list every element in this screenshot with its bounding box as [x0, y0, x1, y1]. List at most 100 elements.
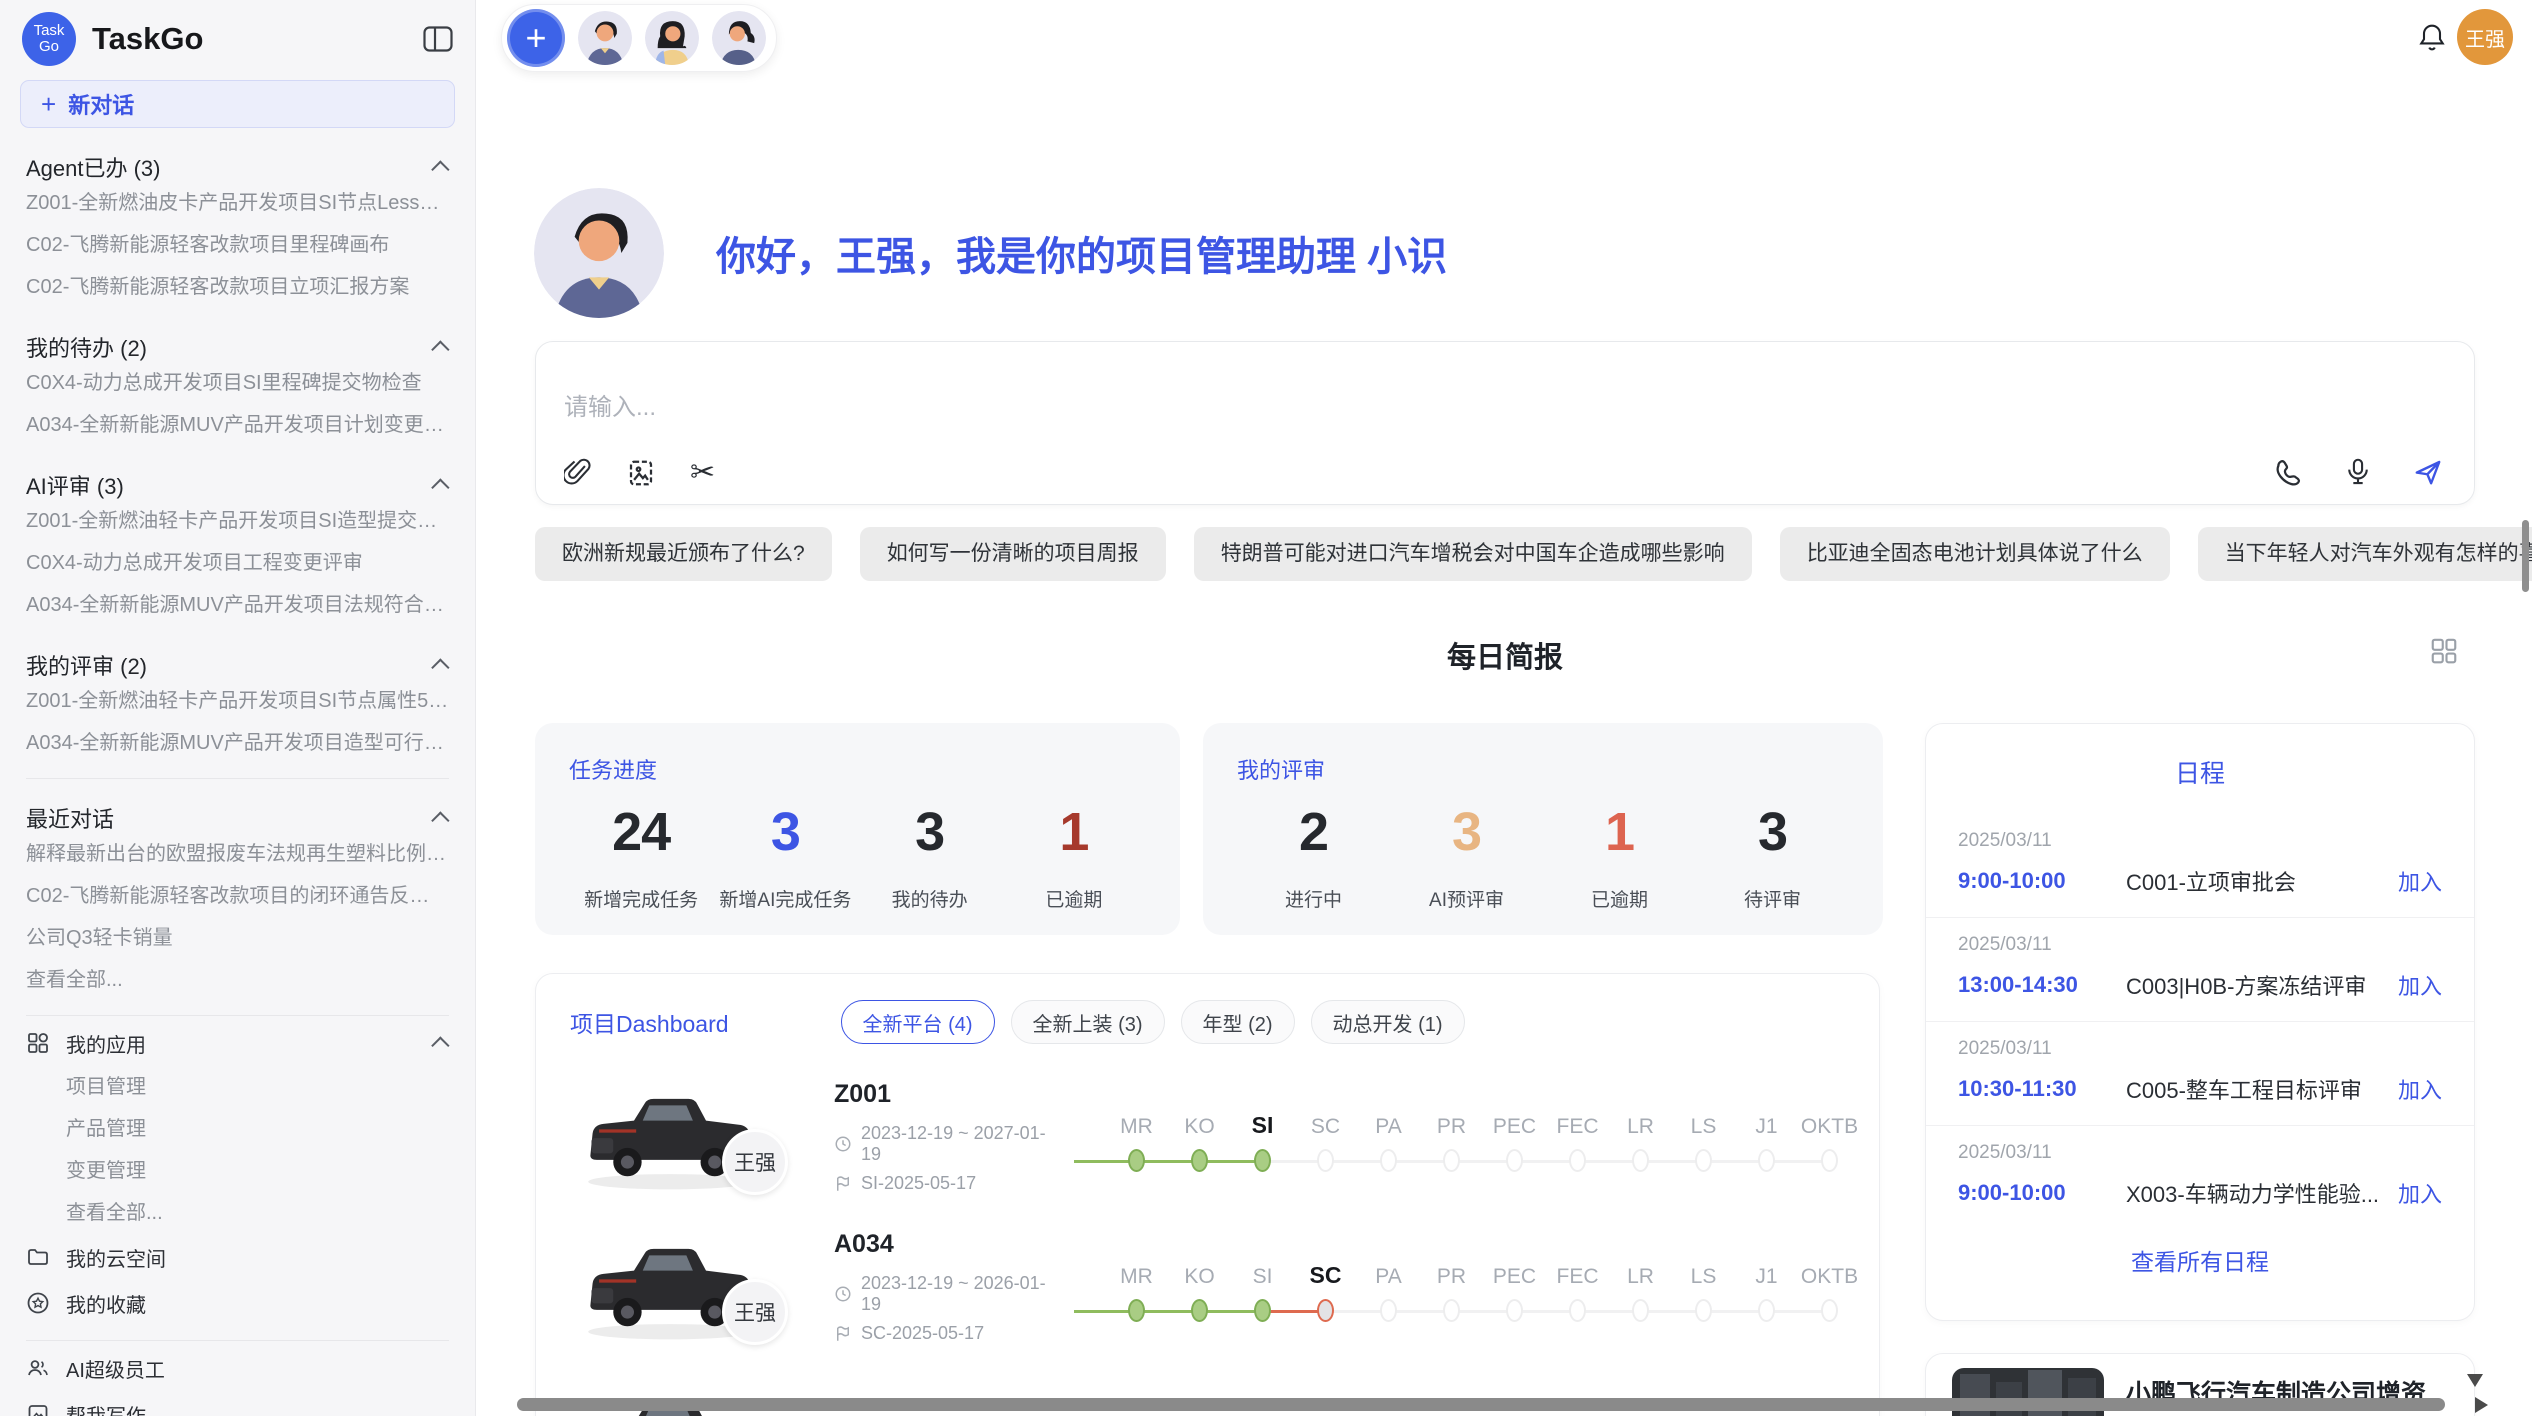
join-link[interactable]: 加入	[2398, 865, 2442, 897]
user-name: 王强	[2465, 23, 2505, 52]
recent-chat-item[interactable]: C02-飞腾新能源轻客改款项目的闭环通告反馈情况	[26, 875, 449, 917]
milestone-label: KO	[1184, 1103, 1214, 1139]
sidebar-item-cloud-space[interactable]: 我的云空间	[26, 1234, 449, 1280]
sidebar-item[interactable]: Z001-全新燃油轻卡产品开发项目SI节点属性5D文件评审	[26, 680, 449, 722]
daily-briefing-header: 每日简报	[535, 634, 2475, 676]
project-milestone-date: SI-2025-05-17	[834, 1173, 1065, 1194]
event-date: 2025/03/11	[1958, 830, 2442, 852]
sidebar-item[interactable]: C0X4-动力总成开发项目SI里程碑提交物检查	[26, 362, 449, 404]
layout-grid-icon[interactable]	[2429, 636, 2459, 671]
add-session-button[interactable]: +	[507, 9, 565, 67]
project-photo-wrap: 王强	[570, 1227, 810, 1347]
join-link[interactable]: 加入	[2398, 969, 2442, 1001]
suggestion-chip[interactable]: 特朗普可能对进口汽车增税会对中国车企造成哪些影响	[1194, 527, 1752, 581]
section-my-review[interactable]: 我的评审 (2)	[26, 650, 449, 680]
user-avatar[interactable]: 王强	[2457, 9, 2513, 65]
sidebar-item[interactable]: C02-飞腾新能源轻客改款项目里程碑画布	[26, 224, 449, 266]
sidebar-item-help-write[interactable]: 帮我写作	[26, 1391, 449, 1416]
divider	[26, 1015, 449, 1016]
message-input[interactable]	[564, 394, 2164, 422]
milestone-label: PR	[1437, 1103, 1466, 1139]
milestone-label: PR	[1437, 1253, 1466, 1289]
scroll-down-arrow[interactable]	[2467, 1374, 2483, 1387]
milestone-label: PA	[1375, 1253, 1401, 1289]
metric: 2 进行中	[1237, 801, 1390, 912]
milestone-dot	[1506, 1149, 1523, 1172]
dashboard-tab[interactable]: 动总开发 (1)	[1311, 1000, 1465, 1044]
agent-avatar-2[interactable]	[645, 11, 699, 65]
attachment-icon[interactable]	[564, 458, 592, 488]
sidebar-item-my-apps[interactable]: 我的应用	[26, 1020, 449, 1066]
milestone-dot	[1380, 1149, 1397, 1172]
recent-chat-item[interactable]: 解释最新出台的欧盟报废车法规再生塑料比例被调至15%...	[26, 833, 449, 875]
send-icon[interactable]	[2412, 457, 2444, 487]
microphone-icon[interactable]	[2344, 456, 2372, 488]
milestone-label: MR	[1120, 1103, 1153, 1139]
milestone: OKTB	[1798, 1103, 1861, 1172]
chevron-up-icon[interactable]	[431, 1036, 449, 1054]
horizontal-scrollbar-thumb[interactable]	[517, 1398, 2445, 1411]
task-progress-metrics: 24 新增完成任务 3 新增AI完成任务 3 我的待办 1 已逾期	[569, 801, 1146, 912]
divider	[26, 1340, 449, 1341]
milestone-label: FEC	[1557, 1253, 1599, 1289]
app-subitem[interactable]: 项目管理	[26, 1066, 449, 1108]
chevron-up-icon[interactable]	[431, 340, 449, 358]
section-agent-done[interactable]: Agent已办 (3)	[26, 152, 449, 182]
recent-chat-items: 解释最新出台的欧盟报废车法规再生塑料比例被调至15%...C02-飞腾新能源轻客…	[26, 833, 449, 959]
chevron-up-icon[interactable]	[431, 160, 449, 178]
scroll-right-arrow[interactable]	[2475, 1397, 2488, 1413]
message-composer[interactable]: ✂	[535, 341, 2475, 505]
agent-avatar-1[interactable]	[578, 11, 632, 65]
new-chat-button[interactable]: + 新对话	[20, 80, 455, 128]
sidebar-item-favorites[interactable]: 我的收藏	[26, 1280, 449, 1326]
suggestion-chip[interactable]: 当下年轻人对汽车外观有怎样的喜好趋势	[2198, 527, 2532, 581]
metric: 1 已逾期	[1543, 801, 1696, 912]
sidebar-item[interactable]: C02-飞腾新能源轻客改款项目立项汇报方案	[26, 266, 449, 308]
suggestion-chip[interactable]: 比亚迪全固态电池计划具体说了什么	[1780, 527, 2170, 581]
sidebar-item[interactable]: A034-全新新能源MUV产品开发项目造型可行性评审	[26, 722, 449, 764]
section-my-todo[interactable]: 我的待办 (2)	[26, 332, 449, 362]
vertical-scrollbar-thumb[interactable]	[2522, 520, 2529, 592]
sidebar-item[interactable]: Z001-全新燃油轻卡产品开发项目SI造型提交物评审	[26, 500, 449, 542]
suggestion-chip[interactable]: 如何写一份清晰的项目周报	[860, 527, 1166, 581]
suggestion-chip[interactable]: 欧洲新规最近颁布了什么?	[535, 527, 832, 581]
schedule-event: 2025/03/11 10:30-11:30 C005-整车工程目标评审 加入	[1926, 1022, 2474, 1126]
milestone-label: SC	[1310, 1253, 1342, 1289]
recent-view-all[interactable]: 查看全部...	[26, 959, 449, 1001]
sidebar-item[interactable]: C0X4-动力总成开发项目工程变更评审	[26, 542, 449, 584]
metric: 3 我的待办	[858, 801, 1002, 912]
section-recent-chats[interactable]: 最近对话	[26, 803, 449, 833]
project-row-a034[interactable]: 王强 A034 2023-12-19 ~ 2026-01-19 SC-2025-…	[570, 1212, 1845, 1362]
app-subitem[interactable]: 变更管理	[26, 1150, 449, 1192]
dashboard-title: 项目Dashboard	[570, 1005, 729, 1039]
dashboard-tab[interactable]: 全新平台 (4)	[841, 1000, 995, 1044]
agent-avatar-3[interactable]	[712, 11, 766, 65]
recent-chat-item[interactable]: 公司Q3轻卡销量	[26, 917, 449, 959]
chevron-up-icon[interactable]	[431, 478, 449, 496]
sidebar-collapse-icon[interactable]	[423, 26, 453, 52]
project-row-z001[interactable]: 王强 Z001 2023-12-19 ~ 2027-01-19 SI-2025-…	[570, 1062, 1845, 1212]
dashboard-tab[interactable]: 全新上装 (3)	[1011, 1000, 1165, 1044]
sidebar-item-ai-staff[interactable]: AI超级员工	[26, 1345, 449, 1391]
screenshot-scissors-icon[interactable]: ✂	[690, 458, 715, 488]
section-ai-review[interactable]: AI评审 (3)	[26, 470, 449, 500]
milestone-dot	[1632, 1149, 1649, 1172]
notification-bell-icon[interactable]	[2417, 22, 2447, 59]
project-date-range: 2023-12-19 ~ 2026-01-19	[834, 1273, 1065, 1315]
composer-left-tools: ✂	[564, 458, 715, 488]
phone-call-icon[interactable]	[2274, 457, 2304, 487]
view-all-schedule-link[interactable]: 查看所有日程	[1926, 1243, 2474, 1277]
join-link[interactable]: 加入	[2398, 1073, 2442, 1105]
sidebar-item[interactable]: A034-全新新能源MUV产品开发项目计划变更表编写	[26, 404, 449, 446]
join-link[interactable]: 加入	[2398, 1177, 2442, 1209]
sidebar-item[interactable]: A034-全新新能源MUV产品开发项目法规符合性评审	[26, 584, 449, 626]
app-subitem[interactable]: 产品管理	[26, 1108, 449, 1150]
chevron-up-icon[interactable]	[431, 658, 449, 676]
image-upload-icon[interactable]	[626, 458, 656, 488]
app-subitem[interactable]: 查看全部...	[26, 1192, 449, 1234]
main-area: + 王强 你好，王强，我是你的项目管理助理 小识	[477, 0, 2532, 1416]
sidebar-item[interactable]: Z001-全新燃油皮卡产品开发项目SI节点Lesson Learn报告	[26, 182, 449, 224]
dashboard-tab[interactable]: 年型 (2)	[1181, 1000, 1295, 1044]
project-photo-wrap: 王强	[570, 1077, 810, 1197]
chevron-up-icon[interactable]	[431, 811, 449, 829]
